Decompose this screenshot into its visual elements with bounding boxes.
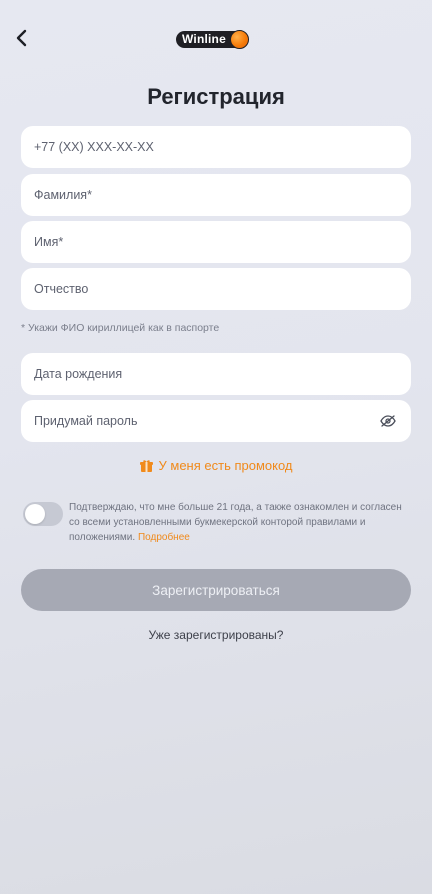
birthdate-input[interactable] — [34, 367, 398, 381]
password-input[interactable] — [34, 414, 378, 428]
eye-slash-icon — [380, 415, 396, 427]
firstname-input[interactable] — [34, 235, 398, 249]
back-button[interactable] — [10, 26, 34, 50]
birthdate-field[interactable] — [21, 353, 411, 395]
consent-details-link[interactable]: Подробнее — [138, 532, 190, 543]
chevron-left-icon — [16, 29, 27, 47]
already-registered-link[interactable]: Уже зарегистрированы? — [0, 628, 432, 642]
password-field[interactable] — [21, 400, 411, 442]
patronymic-input[interactable] — [34, 282, 398, 296]
consent-text-block: Подтверждаю, что мне больше 21 года, а т… — [69, 500, 415, 545]
consent-toggle[interactable] — [23, 502, 63, 526]
lastname-field[interactable] — [21, 174, 411, 216]
phone-input[interactable] — [34, 140, 398, 154]
patronymic-field[interactable] — [21, 268, 411, 310]
promo-code-label: У меня есть промокод — [158, 458, 293, 473]
logo-ball-icon — [229, 29, 249, 49]
registration-screen: Winline Регистрация * Укажи ФИО кириллиц… — [0, 0, 432, 894]
phone-field[interactable] — [21, 126, 411, 168]
name-hint: * Укажи ФИО кириллицей как в паспорте — [21, 322, 220, 334]
gift-icon — [139, 459, 153, 472]
consent-row: Подтверждаю, что мне больше 21 года, а т… — [23, 500, 415, 545]
promo-code-link[interactable]: У меня есть промокод — [0, 458, 432, 473]
firstname-field[interactable] — [21, 221, 411, 263]
page-title: Регистрация — [147, 84, 285, 109]
register-button[interactable]: Зарегистрироваться — [21, 569, 411, 611]
winline-logo: Winline — [176, 29, 249, 49]
password-visibility-toggle[interactable] — [378, 411, 398, 431]
toggle-knob — [25, 504, 45, 524]
lastname-input[interactable] — [34, 188, 398, 202]
consent-text: Подтверждаю, что мне больше 21 года, а т… — [69, 502, 402, 543]
